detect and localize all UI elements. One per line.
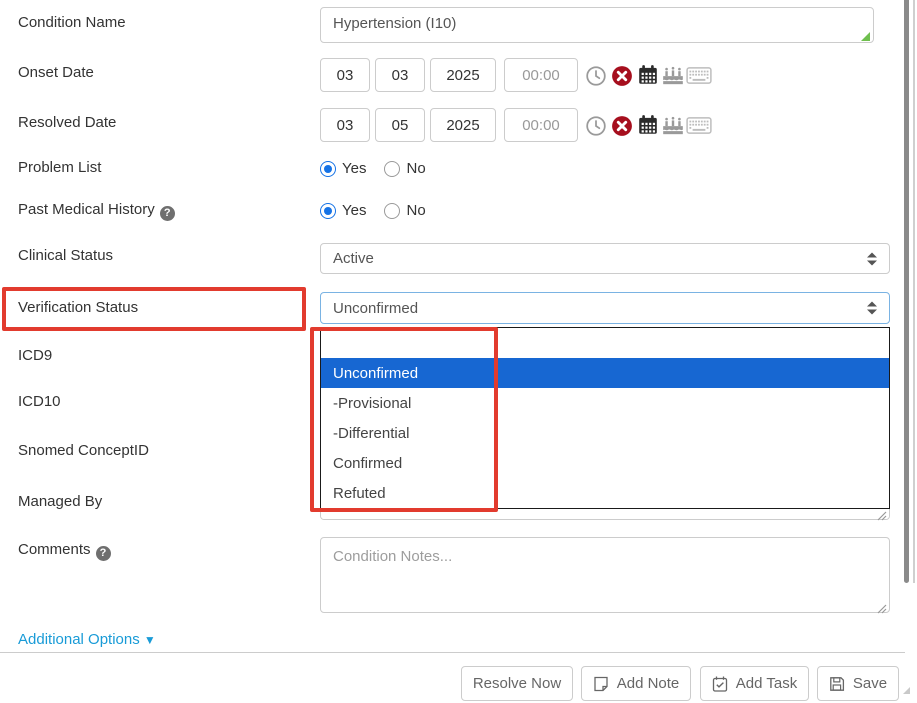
- resize-corner-icon: [903, 687, 910, 694]
- resize-grip-icon[interactable]: [877, 508, 887, 526]
- problem-list-no-radio[interactable]: No: [384, 160, 425, 177]
- save-button[interactable]: Save: [817, 666, 899, 701]
- resolved-time-input[interactable]: [504, 108, 578, 142]
- scrollbar-track-edge: [913, 0, 915, 583]
- clinical-status-select[interactable]: Active: [320, 243, 890, 274]
- calendar-icon[interactable]: [637, 64, 659, 86]
- dropdown-option-confirmed[interactable]: Confirmed: [321, 448, 889, 478]
- additional-options-link[interactable]: Additional Options ▼: [18, 631, 156, 648]
- resolved-year-input[interactable]: [430, 108, 496, 142]
- icd10-label: ICD10: [18, 393, 61, 410]
- note-icon: [593, 676, 609, 692]
- dropdown-option-refuted[interactable]: Refuted: [321, 478, 889, 508]
- add-note-button[interactable]: Add Note: [581, 666, 691, 701]
- clinical-status-value: Active: [333, 250, 374, 267]
- birthday-cake-icon[interactable]: [661, 114, 683, 136]
- vertical-scrollbar-thumb[interactable]: [904, 0, 909, 583]
- condition-name-label: Condition Name: [18, 14, 126, 31]
- verification-status-select[interactable]: Unconfirmed: [320, 292, 890, 324]
- verification-status-dropdown: Unconfirmed -Provisional -Differential C…: [320, 327, 890, 509]
- past-medical-history-label-text: Past Medical History: [18, 201, 155, 218]
- additional-options-label: Additional Options: [18, 631, 140, 648]
- onset-year-input[interactable]: [430, 58, 496, 92]
- dropdown-option-unconfirmed[interactable]: Unconfirmed: [321, 358, 889, 388]
- comments-input[interactable]: [320, 537, 890, 613]
- caret-down-icon: ▼: [144, 633, 156, 647]
- resize-grip-green-icon[interactable]: [861, 32, 870, 41]
- resolved-date-label: Resolved Date: [18, 114, 116, 131]
- keyboard-icon[interactable]: [686, 67, 708, 89]
- problem-list-yes-radio[interactable]: Yes: [320, 160, 366, 177]
- clear-date-icon[interactable]: [611, 65, 633, 87]
- dropdown-option-provisional[interactable]: -Provisional: [321, 388, 889, 418]
- radio-selected-icon: [320, 203, 336, 219]
- clear-date-icon[interactable]: [611, 115, 633, 137]
- verification-status-label: Verification Status: [18, 299, 138, 316]
- calendar-icon[interactable]: [637, 114, 659, 136]
- past-medical-history-label: Past Medical History?: [18, 201, 175, 221]
- birthday-cake-icon[interactable]: [661, 64, 683, 86]
- problem-list-label: Problem List: [18, 159, 101, 176]
- sort-arrows-icon: [867, 302, 877, 315]
- resize-grip-icon[interactable]: [877, 601, 887, 619]
- dropdown-option-differential[interactable]: -Differential: [321, 418, 889, 448]
- add-task-button[interactable]: Add Task: [700, 666, 809, 701]
- save-icon: [829, 676, 845, 692]
- managed-by-label: Managed By: [18, 493, 102, 510]
- clinical-status-label: Clinical Status: [18, 247, 113, 264]
- radio-unselected-icon: [384, 203, 400, 219]
- save-label: Save: [853, 675, 887, 692]
- clock-icon[interactable]: [585, 115, 607, 137]
- resolve-now-label: Resolve Now: [473, 675, 561, 692]
- comments-label-text: Comments: [18, 541, 91, 558]
- help-icon[interactable]: ?: [160, 206, 175, 221]
- radio-no-label: No: [406, 160, 425, 177]
- resolve-now-button[interactable]: Resolve Now: [461, 666, 573, 701]
- onset-date-label: Onset Date: [18, 64, 94, 81]
- condition-name-input[interactable]: Hypertension (I10): [320, 7, 874, 43]
- resolved-day-input[interactable]: [375, 108, 425, 142]
- onset-month-input[interactable]: [320, 58, 370, 92]
- clock-icon[interactable]: [585, 65, 607, 87]
- help-icon[interactable]: ?: [96, 546, 111, 561]
- divider: [0, 652, 905, 653]
- onset-time-input[interactable]: [504, 58, 578, 92]
- past-medical-history-yes-radio[interactable]: Yes: [320, 202, 366, 219]
- comments-label: Comments?: [18, 541, 111, 561]
- snomed-conceptid-label: Snomed ConceptID: [18, 442, 149, 459]
- radio-unselected-icon: [384, 161, 400, 177]
- past-medical-history-no-radio[interactable]: No: [384, 202, 425, 219]
- sort-arrows-icon: [867, 252, 877, 265]
- resolved-month-input[interactable]: [320, 108, 370, 142]
- add-note-label: Add Note: [617, 675, 680, 692]
- dropdown-option-blank[interactable]: [321, 328, 889, 358]
- onset-day-input[interactable]: [375, 58, 425, 92]
- add-task-label: Add Task: [736, 675, 797, 692]
- condition-form: Condition Name Hypertension (I10) Onset …: [0, 0, 917, 703]
- radio-selected-icon: [320, 161, 336, 177]
- radio-no-label: No: [406, 202, 425, 219]
- verification-status-value: Unconfirmed: [333, 300, 418, 317]
- keyboard-icon[interactable]: [686, 117, 708, 139]
- radio-yes-label: Yes: [342, 202, 366, 219]
- radio-yes-label: Yes: [342, 160, 366, 177]
- icd9-label: ICD9: [18, 347, 52, 364]
- task-calendar-icon: [712, 676, 728, 692]
